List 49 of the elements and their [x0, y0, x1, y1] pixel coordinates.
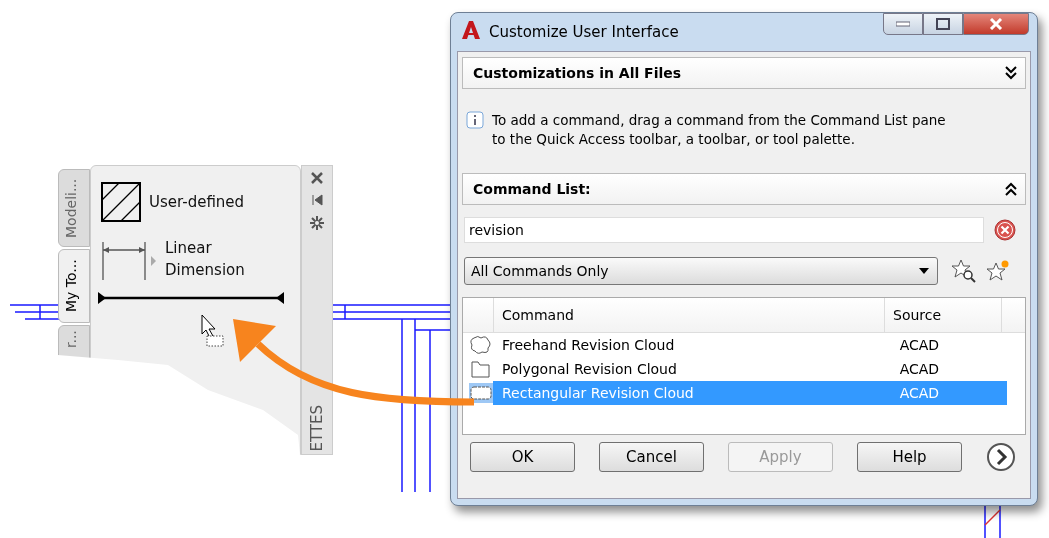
hatch-icon [101, 182, 141, 222]
dialog-button[interactable]: Cancel [599, 441, 704, 472]
settings-icon[interactable] [310, 216, 324, 230]
dropdown-arrow-icon [919, 267, 929, 274]
source-cell-text: ACAD [898, 384, 941, 401]
dialog-button[interactable]: Help [857, 441, 962, 472]
command-name: Rectangular Revision Cloud [501, 384, 695, 401]
minimize-icon [896, 21, 910, 27]
pane-title: Command List: [473, 180, 591, 197]
tool-label[interactable]: Linear Dimension [165, 238, 265, 282]
source-cell-text: ACAD [898, 360, 941, 377]
rectangular-cloud-icon [469, 382, 493, 403]
palette-title: ETTES [308, 405, 326, 452]
column-header[interactable]: Source [885, 297, 1002, 332]
maximize-icon [936, 18, 950, 30]
close-icon[interactable] [311, 172, 323, 184]
hatched-wall [984, 504, 1001, 538]
command-name: Polygonal Revision Cloud [501, 360, 678, 377]
pane-title: Customizations in All Files [473, 65, 682, 81]
filter-dropdown[interactable]: All Commands Only [464, 256, 938, 285]
dimension-icon [101, 239, 157, 280]
pane-header[interactable]: Command List: [462, 172, 1026, 205]
dialog-button[interactable]: OK [470, 441, 575, 472]
clear-icon[interactable] [994, 218, 1016, 241]
palette-tab[interactable]: My To... [58, 249, 90, 323]
table-row[interactable]: Polygonal Revision Cloud ACAD [493, 356, 1007, 381]
pin-icon[interactable] [311, 194, 323, 206]
search-field[interactable]: revision [464, 216, 984, 243]
column-header[interactable]: Command [494, 297, 885, 332]
freehand-cloud-icon [469, 334, 493, 355]
window-title: Customize User Interface [489, 23, 679, 41]
chevron-icon[interactable] [1005, 66, 1017, 80]
maximize-button[interactable] [923, 13, 963, 35]
star-search-icon[interactable] [952, 258, 976, 283]
close-button[interactable] [963, 13, 1029, 35]
tool-label[interactable]: User-defined [149, 193, 245, 211]
close-icon [989, 18, 1003, 30]
palette-tab[interactable]: Modeli... [58, 169, 90, 247]
table-row[interactable]: Freehand Revision Cloud ACAD [493, 332, 1007, 357]
polygonal-cloud-icon [469, 358, 493, 379]
info-icon [466, 111, 484, 129]
command-name: Freehand Revision Cloud [501, 336, 676, 353]
chevron-icon[interactable] [1005, 181, 1017, 196]
source-cell-text: ACAD [898, 336, 941, 353]
drag-cursor-icon [201, 314, 225, 348]
pane-header[interactable]: Customizations in All Files [462, 57, 1026, 89]
info-text: To add a command, drag a command from the Command List pane to the Quick Access toolbar, a toolbar, or tool palette. [492, 111, 947, 149]
minimize-button[interactable] [883, 13, 923, 35]
new-star-icon[interactable] [986, 258, 1010, 283]
